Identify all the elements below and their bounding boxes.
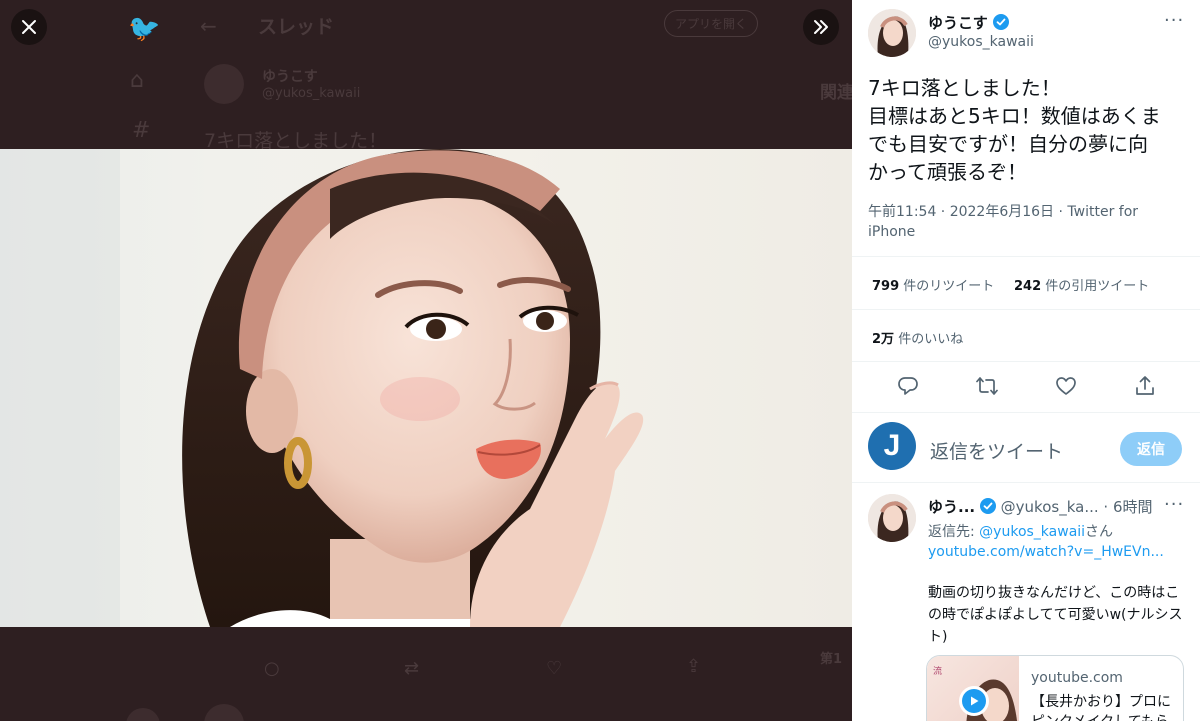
retweet-button[interactable]: [973, 372, 1001, 400]
reply-time[interactable]: · 6時間: [1103, 498, 1152, 516]
bg-like-icon: ♡: [546, 658, 563, 679]
bg-avatar-bottom-2: [204, 704, 244, 721]
replying-to-link[interactable]: @yukos_kawaii: [979, 524, 1085, 540]
divider: [852, 256, 1200, 257]
retweets-count: 799: [872, 279, 900, 294]
retweet-icon: [976, 377, 998, 395]
bg-side-label-2: 第1: [820, 652, 843, 667]
close-viewer-button[interactable]: [11, 9, 47, 45]
bg-avatar-bottom-1: [126, 708, 160, 721]
tweet-timestamp[interactable]: 午前11:54 · 2022年6月16日 · Twitter for iPhon…: [868, 202, 1138, 242]
double-chevron-right-icon: [814, 20, 828, 34]
bg-side-label: 関連: [820, 83, 852, 103]
tweet-text-line: かって頑張るぞ！: [868, 160, 1027, 184]
back-arrow-icon: ←: [200, 14, 217, 38]
bg-author-avatar: [204, 64, 244, 104]
quotes-label: 件の引用ツイート: [1045, 279, 1150, 294]
quotes-count: 242: [1014, 279, 1042, 294]
divider: [852, 309, 1200, 310]
avatar-image: [868, 494, 916, 542]
tweet-text-line: 7キロ落としました！: [868, 76, 1061, 100]
bg-retweet-icon: ⇄: [404, 658, 420, 679]
reply-submit-button[interactable]: 返信: [1120, 432, 1182, 466]
link-card[interactable]: 流 youtube.com 【長井かおり】プロに ピンクメイクしてもら: [926, 655, 1184, 721]
tweet-photo[interactable]: [0, 149, 852, 627]
reply-author-avatar[interactable]: [868, 494, 916, 542]
share-icon: [1136, 376, 1154, 395]
bg-share-icon: ⇪: [686, 656, 702, 677]
verified-badge-icon: [979, 498, 996, 514]
close-icon: [22, 20, 36, 34]
avatar-image: [868, 9, 916, 57]
replying-to: 返信先: @yukos_kawaiiさん: [928, 521, 1113, 541]
quotes-stat[interactable]: 242 件の引用ツイート: [1014, 275, 1149, 294]
reply-icon: [898, 377, 918, 395]
svg-text:流: 流: [933, 665, 942, 677]
reply-text-line: ト): [928, 629, 948, 645]
tweet-text-line: 目標はあと5キロ！数値はあくま: [868, 104, 1161, 128]
heart-icon: [1056, 377, 1076, 395]
link-card-domain: youtube.com: [1031, 670, 1123, 686]
bg-reply-icon: ○: [264, 658, 280, 679]
play-icon: [962, 689, 986, 713]
avatar-letter: J: [883, 429, 901, 462]
reply-more-options-icon[interactable]: ···: [1164, 494, 1184, 515]
divider: [852, 482, 1200, 483]
collapse-panel-button[interactable]: [803, 9, 839, 45]
author-handle[interactable]: @yukos_kawaii: [928, 34, 1034, 50]
portrait-illustration: [0, 149, 644, 627]
reply-text-line: 動画の切り抜きなんだけど、この時はこ: [928, 585, 1180, 601]
reply-button[interactable]: [894, 372, 922, 400]
verified-badge-icon: [992, 14, 1009, 30]
retweets-label: 件のリツイート: [903, 279, 995, 294]
replying-to-suffix: さん: [1085, 524, 1114, 540]
likes-count: 2万: [872, 332, 895, 347]
author-name-row[interactable]: ゆうこす: [928, 12, 1009, 33]
divider: [852, 412, 1200, 413]
home-icon: ⌂: [130, 68, 144, 93]
link-card-title: 【長井かおり】プロに ピンクメイクしてもら: [1031, 692, 1171, 721]
bg-author-handle: @yukos_kawaii: [262, 86, 361, 101]
tweet-text-line: でも目安ですが！自分の夢に向: [868, 132, 1148, 156]
link-card-thumbnail: 流: [927, 656, 1019, 721]
likes-label: 件のいいね: [898, 332, 964, 347]
timestamp-line: iPhone: [868, 224, 916, 240]
current-user-avatar[interactable]: J: [868, 422, 916, 470]
tweet-text: 7キロ落としました！ 目標はあと5キロ！数値はあくま でも目安ですが！自分の夢に…: [868, 74, 1188, 186]
reply-text-line: の時でぽよぽよしてて可愛いw(ナルシス: [928, 607, 1183, 623]
reply-text: 動画の切り抜きなんだけど、この時はこ の時でぽよぽよしてて可愛いw(ナルシス ト…: [928, 582, 1183, 648]
link-card-title-line: 【長井かおり】プロに: [1031, 694, 1171, 710]
tweet-detail-panel: ゆうこす @yukos_kawaii ··· 7キロ落としました！ 目標はあと5…: [852, 0, 1200, 721]
thread-header-title: スレッド: [258, 16, 335, 38]
play-button[interactable]: [959, 686, 989, 716]
reply-display-name[interactable]: ゆう...: [928, 498, 975, 516]
timestamp-line: 午前11:54 · 2022年6月16日 · Twitter for: [868, 204, 1139, 220]
reply-header: ゆう... @yukos_ka... · 6時間: [928, 496, 1153, 517]
divider: [852, 361, 1200, 362]
explore-hashtag-icon: #: [132, 118, 151, 143]
reply-youtube-link[interactable]: youtube.com/watch?v=_HwEVn...: [928, 544, 1164, 560]
retweets-stat[interactable]: 799 件のリツイート: [872, 275, 994, 294]
likes-stat[interactable]: 2万 件のいいね: [872, 328, 963, 347]
reply-input[interactable]: 返信をツイート: [930, 437, 1063, 464]
more-options-icon[interactable]: ···: [1164, 10, 1184, 31]
share-button[interactable]: [1131, 372, 1159, 400]
replying-to-prefix: 返信先:: [928, 524, 980, 540]
author-avatar[interactable]: [868, 9, 916, 57]
bg-author-name: ゆうこす: [262, 69, 318, 85]
link-card-title-line: ピンクメイクしてもら: [1031, 712, 1171, 721]
reply-handle[interactable]: @yukos_ka...: [1001, 498, 1099, 516]
like-button[interactable]: [1052, 372, 1080, 400]
open-app-button: アプリを開く: [664, 10, 759, 37]
twitter-logo-icon: 🐦: [128, 14, 161, 44]
author-display-name: ゆうこす: [928, 14, 988, 32]
